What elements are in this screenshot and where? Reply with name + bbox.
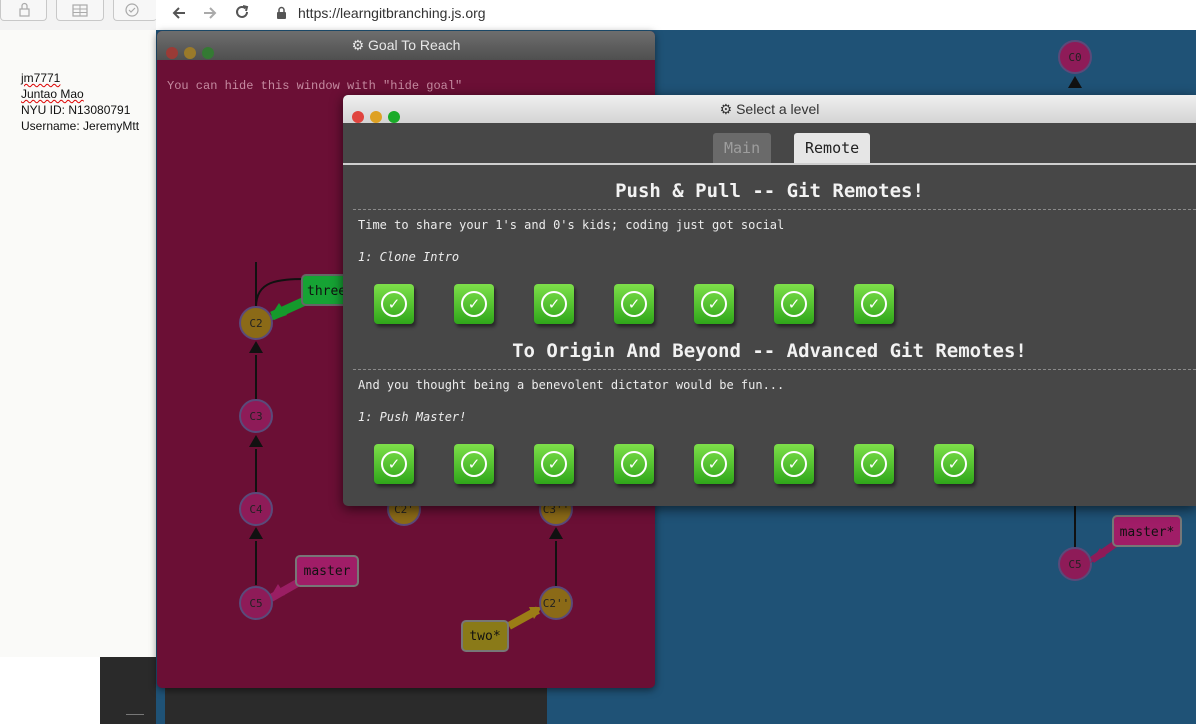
commit-label: C2'': [543, 597, 570, 610]
gear-icon: ⚙: [719, 101, 733, 117]
checkmark-icon: ✓: [621, 291, 647, 317]
level-button[interactable]: ✓: [614, 444, 654, 484]
level-button[interactable]: ✓: [934, 444, 974, 484]
branch-label: three: [307, 284, 346, 299]
level-button[interactable]: ✓: [454, 444, 494, 484]
checkmark-icon: ✓: [861, 291, 887, 317]
level-button[interactable]: ✓: [774, 284, 814, 324]
checkmark-icon: ✓: [381, 291, 407, 317]
close-button[interactable]: [352, 111, 364, 123]
commit-label: C5: [1068, 558, 1081, 571]
level-button[interactable]: ✓: [694, 444, 734, 484]
level-button[interactable]: ✓: [694, 284, 734, 324]
section-description: And you thought being a benevolent dicta…: [358, 378, 785, 392]
tab-remote[interactable]: Remote: [794, 133, 871, 163]
section-title: To Origin And Beyond -- Advanced Git Rem…: [512, 340, 1027, 362]
checkmark-icon: ✓: [621, 451, 647, 477]
branch-label: master*: [1120, 525, 1175, 540]
dialog-title: Select a level: [736, 101, 820, 117]
level-button[interactable]: ✓: [854, 284, 894, 324]
branch-label: master: [304, 564, 351, 579]
level-button[interactable]: ✓: [374, 444, 414, 484]
minimize-button[interactable]: [370, 111, 382, 123]
tab-main[interactable]: Main: [713, 133, 772, 163]
checkmark-icon: ✓: [701, 291, 727, 317]
dialog-titlebar[interactable]: ⚙ Select a level: [343, 95, 1196, 123]
section-description: Time to share your 1's and 0's kids; cod…: [358, 218, 785, 232]
branch-label: two*: [469, 629, 500, 644]
level-button[interactable]: ✓: [774, 444, 814, 484]
section-level-name: 1: Clone Intro: [358, 250, 460, 264]
checkmark-icon: ✓: [461, 451, 487, 477]
level-select-dialog[interactable]: ⚙ Select a level Main Remote Push & Pull…: [343, 95, 1196, 506]
level-button[interactable]: ✓: [374, 284, 414, 324]
checkmark-icon: ✓: [461, 291, 487, 317]
commit-label: C3: [249, 410, 262, 423]
commit-label: C0: [1068, 51, 1081, 64]
checkmark-icon: ✓: [941, 451, 967, 477]
level-button[interactable]: ✓: [614, 284, 654, 324]
checkmark-icon: ✓: [381, 451, 407, 477]
commit-label: C2: [249, 317, 262, 330]
level-tabs: Main Remote: [343, 123, 1196, 165]
section-level-name: 1: Push Master!: [358, 410, 467, 424]
level-button[interactable]: ✓: [854, 444, 894, 484]
checkmark-icon: ✓: [781, 451, 807, 477]
checkmark-icon: ✓: [861, 451, 887, 477]
commit-label: C5: [249, 597, 262, 610]
zoom-button[interactable]: [388, 111, 400, 123]
checkmark-icon: ✓: [541, 451, 567, 477]
checkmark-icon: ✓: [701, 451, 727, 477]
level-button[interactable]: ✓: [454, 284, 494, 324]
divider: [353, 369, 1196, 370]
commit-label: C4: [249, 503, 263, 516]
divider: [353, 209, 1196, 210]
checkmark-icon: ✓: [781, 291, 807, 317]
checkmark-icon: ✓: [541, 291, 567, 317]
section-title: Push & Pull -- Git Remotes!: [615, 180, 924, 202]
level-button[interactable]: ✓: [534, 284, 574, 324]
level-button[interactable]: ✓: [534, 444, 574, 484]
